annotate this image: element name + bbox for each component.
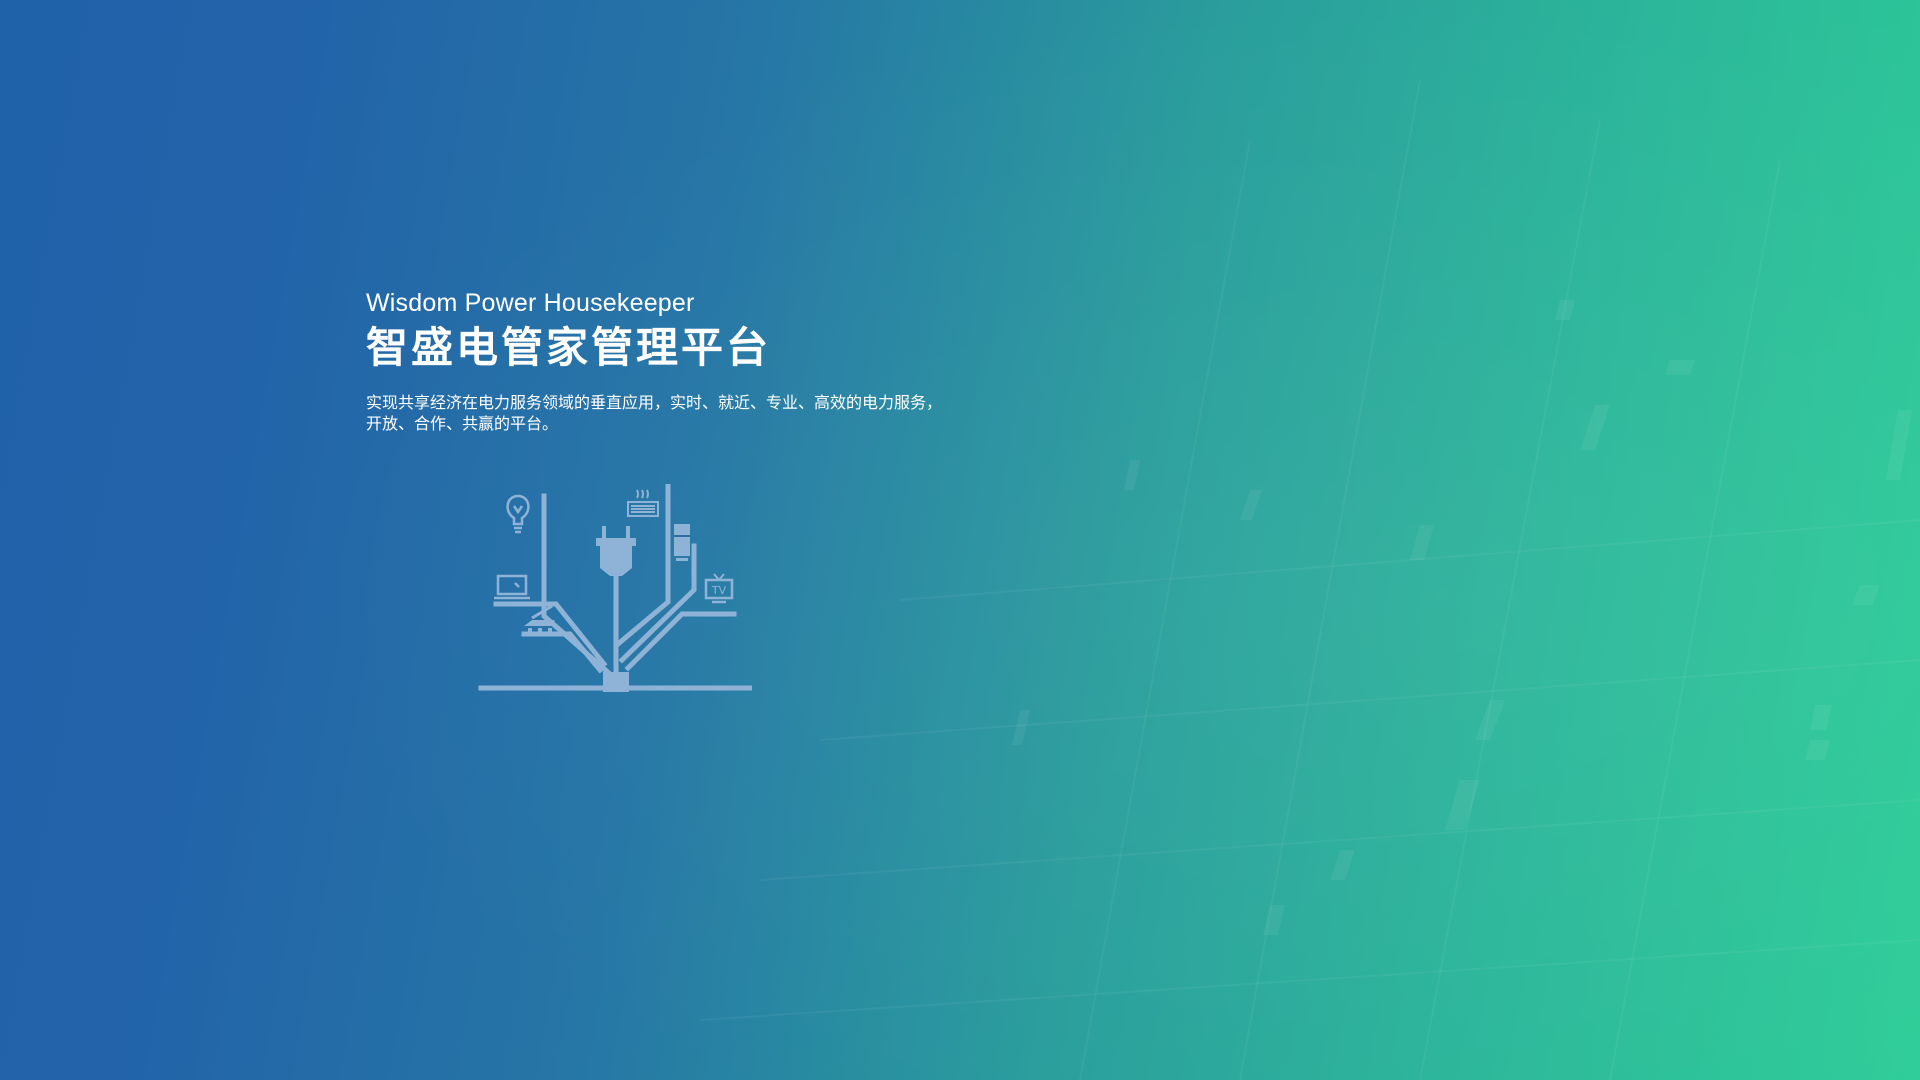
appliance-tree-illustration: TV bbox=[478, 484, 752, 692]
hero-intro: Wisdom Power Housekeeper 智盛电管家管理平台 实现共享经… bbox=[366, 286, 966, 434]
television-icon: TV bbox=[704, 573, 734, 604]
page-title: 智盛电管家管理平台 bbox=[366, 323, 772, 372]
background-pattern bbox=[0, 0, 1920, 1080]
english-subtitle: Wisdom Power Housekeeper bbox=[366, 289, 695, 317]
laptop-icon bbox=[494, 574, 530, 600]
lightbulb-icon bbox=[506, 494, 530, 534]
air-conditioner-icon bbox=[627, 489, 659, 517]
platform-description: 实现共享经济在电力服务领域的垂直应用，实时、就近、专业、高效的电力服务，开放、合… bbox=[366, 393, 943, 433]
refrigerator-icon bbox=[674, 524, 690, 561]
tv-label: TV bbox=[711, 584, 727, 597]
plug-icon bbox=[596, 526, 636, 576]
